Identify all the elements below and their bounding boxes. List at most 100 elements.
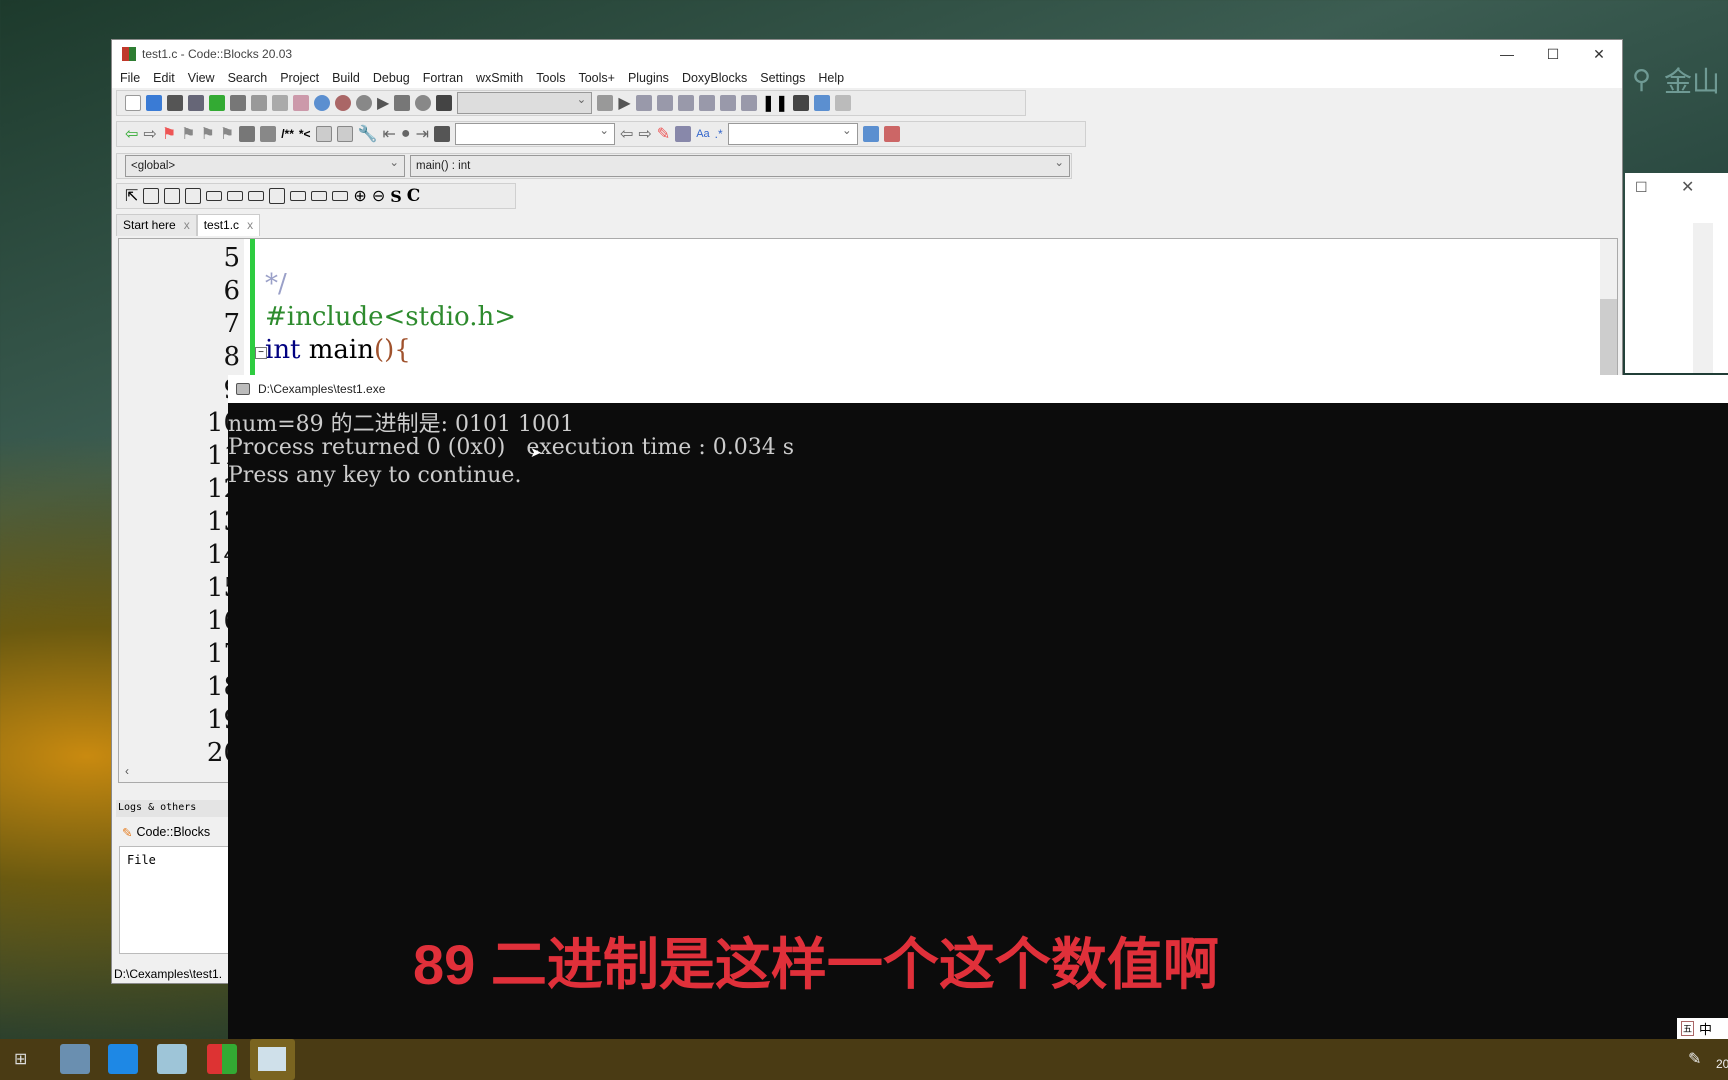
menu-project[interactable]: Project bbox=[280, 71, 319, 85]
run-icon[interactable]: ▶ bbox=[377, 93, 389, 113]
step-instruction-icon[interactable] bbox=[740, 95, 757, 111]
taskbar-notepad-icon[interactable] bbox=[157, 1044, 187, 1074]
new-file-icon[interactable] bbox=[125, 95, 141, 111]
build-gear-icon[interactable] bbox=[356, 95, 372, 111]
incremental-search-combo[interactable] bbox=[727, 121, 858, 145]
search-combo[interactable] bbox=[454, 121, 615, 145]
next-instruction-icon[interactable] bbox=[719, 95, 736, 111]
forward-icon[interactable]: ⇨ bbox=[143, 124, 156, 144]
menu-tools[interactable]: Tools bbox=[536, 71, 565, 85]
pointer-icon[interactable]: ⇱ bbox=[125, 186, 138, 206]
build-target-combo[interactable] bbox=[457, 90, 593, 114]
border-both-icon[interactable] bbox=[332, 191, 349, 201]
next-line-icon[interactable] bbox=[656, 95, 673, 111]
menu-edit[interactable]: Edit bbox=[153, 71, 175, 85]
right-arrow-icon[interactable]: ⇨ bbox=[638, 124, 651, 144]
comment-block-button[interactable]: /** bbox=[281, 127, 294, 141]
pen-icon[interactable]: ✎ bbox=[1688, 1049, 1701, 1069]
highlight-icon[interactable] bbox=[260, 126, 277, 142]
find-in-files-icon[interactable] bbox=[862, 126, 879, 142]
s-button[interactable]: S bbox=[390, 187, 402, 206]
close-button[interactable]: ✕ bbox=[1576, 40, 1622, 68]
comment-line-button[interactable]: *< bbox=[299, 127, 311, 141]
border-right-icon[interactable] bbox=[311, 191, 328, 201]
back-icon[interactable]: ⇦ bbox=[125, 124, 138, 144]
rebuild-icon[interactable] bbox=[415, 95, 432, 111]
open-icon[interactable] bbox=[146, 95, 162, 111]
redo-icon[interactable] bbox=[230, 95, 246, 111]
run-to-cursor-icon[interactable] bbox=[635, 95, 652, 111]
menu-help[interactable]: Help bbox=[818, 71, 844, 85]
pause-icon[interactable]: ❚❚ bbox=[762, 93, 789, 113]
dot-icon[interactable]: ● bbox=[401, 125, 411, 143]
build-run-icon[interactable] bbox=[394, 95, 411, 111]
doxy-config-icon[interactable] bbox=[315, 126, 332, 142]
vertical-scrollbar[interactable] bbox=[1600, 239, 1617, 384]
taskbar-explorer-icon[interactable] bbox=[60, 1044, 90, 1074]
menu-tools-plus[interactable]: Tools+ bbox=[578, 71, 614, 85]
step-out-icon[interactable] bbox=[698, 95, 715, 111]
align-top-icon[interactable] bbox=[206, 191, 223, 201]
menu-view[interactable]: View bbox=[188, 71, 215, 85]
debug-run-icon[interactable]: ▶ bbox=[618, 93, 630, 113]
stop-debug-icon[interactable] bbox=[793, 95, 810, 111]
grid-icon[interactable] bbox=[164, 188, 181, 204]
prev-bookmark-icon[interactable]: ⚑ bbox=[181, 124, 195, 144]
paste-icon[interactable] bbox=[293, 95, 309, 111]
abort-icon[interactable] bbox=[436, 95, 453, 111]
c-button[interactable]: C bbox=[407, 186, 421, 206]
taskbar-codeblocks-icon[interactable] bbox=[207, 1044, 237, 1074]
bookmark-icon[interactable]: ⚑ bbox=[162, 124, 176, 144]
find-icon[interactable] bbox=[314, 95, 330, 111]
fold-marker-icon[interactable]: − bbox=[255, 347, 267, 359]
undo-icon[interactable] bbox=[209, 95, 225, 111]
zoom-in-icon[interactable]: ⊕ bbox=[353, 186, 366, 206]
jump-icon[interactable] bbox=[239, 126, 256, 142]
debug-windows-icon[interactable] bbox=[814, 95, 831, 111]
zoom-out-icon[interactable]: ⊖ bbox=[372, 186, 385, 206]
match-case-icon[interactable]: Aa bbox=[696, 128, 709, 140]
background-close-icon[interactable]: ✕ bbox=[1681, 177, 1694, 197]
menu-doxyblocks[interactable]: DoxyBlocks bbox=[682, 71, 747, 85]
maximize-button[interactable]: ☐ bbox=[1530, 40, 1576, 68]
border-left-icon[interactable] bbox=[290, 191, 307, 201]
wrench-icon[interactable]: 🔧 bbox=[358, 124, 378, 144]
horizontal-scroll-left-icon[interactable]: ‹ bbox=[125, 764, 129, 778]
task-view-icon[interactable]: ⊞ bbox=[14, 1049, 27, 1069]
box-icon[interactable] bbox=[143, 188, 160, 204]
replace-icon[interactable] bbox=[335, 95, 351, 111]
regex-icon[interactable]: .* bbox=[715, 127, 723, 141]
align-full-icon[interactable] bbox=[269, 188, 286, 204]
menu-wxsmith[interactable]: wxSmith bbox=[476, 71, 523, 85]
menu-file[interactable]: File bbox=[120, 71, 140, 85]
menu-plugins[interactable]: Plugins bbox=[628, 71, 669, 85]
step-into-icon[interactable] bbox=[677, 95, 694, 111]
save-icon[interactable] bbox=[167, 95, 183, 111]
background-scrollbar[interactable] bbox=[1693, 223, 1713, 373]
left-arrow-icon[interactable]: ⇦ bbox=[620, 124, 633, 144]
minimize-button[interactable]: — bbox=[1484, 40, 1530, 68]
tab-close-icon[interactable]: x bbox=[184, 218, 190, 233]
menu-fortran[interactable]: Fortran bbox=[423, 71, 463, 85]
save-all-icon[interactable] bbox=[188, 95, 204, 111]
tools-icon[interactable] bbox=[883, 126, 900, 142]
info-icon[interactable] bbox=[835, 95, 852, 111]
ime-indicator[interactable]: 五中 bbox=[1677, 1018, 1728, 1039]
next-bookmark-icon[interactable]: ⚑ bbox=[201, 124, 215, 144]
copy-icon[interactable] bbox=[272, 95, 288, 111]
tab-start-here[interactable]: Start here x bbox=[116, 214, 197, 236]
tab-close-icon[interactable]: x bbox=[247, 218, 253, 233]
align-center-icon[interactable] bbox=[248, 191, 265, 201]
prev-icon[interactable]: ⇤ bbox=[382, 124, 395, 144]
show-target-icon[interactable] bbox=[597, 95, 614, 111]
cut-icon[interactable] bbox=[251, 95, 267, 111]
search-tag-icon[interactable] bbox=[433, 126, 450, 142]
align-bottom-icon[interactable] bbox=[227, 191, 244, 201]
logs-tab-codeblocks[interactable]: ✎ Code::Blocks bbox=[122, 822, 210, 842]
menu-debug[interactable]: Debug bbox=[373, 71, 410, 85]
function-combo[interactable]: main() : int bbox=[410, 153, 1070, 177]
clear-bookmarks-icon[interactable]: ⚑ bbox=[220, 124, 234, 144]
menu-search[interactable]: Search bbox=[228, 71, 268, 85]
next-icon[interactable]: ⇥ bbox=[416, 124, 429, 144]
scope-combo[interactable]: <global> bbox=[125, 153, 405, 177]
